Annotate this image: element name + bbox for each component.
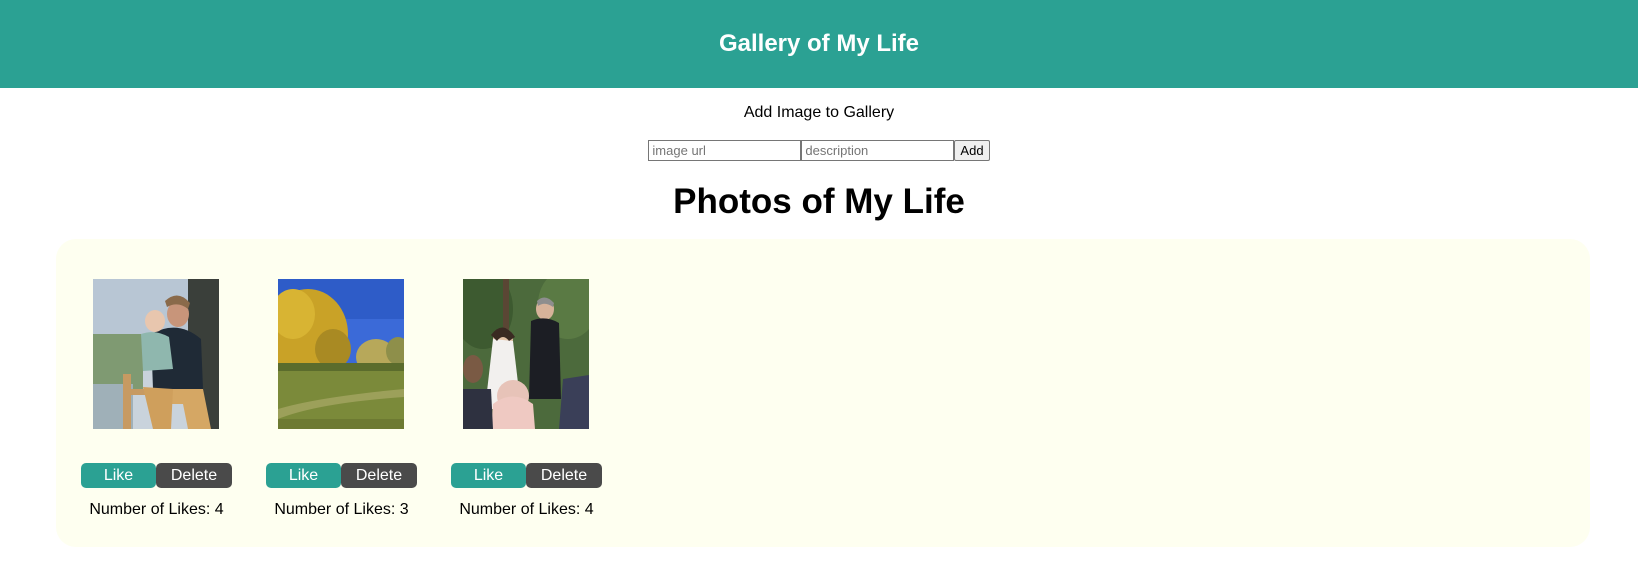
likes-value: 4: [584, 501, 594, 518]
likes-count: Number of Likes: 4: [431, 501, 622, 519]
add-image-label: Add Image to Gallery: [743, 104, 895, 121]
description-input[interactable]: [801, 140, 955, 161]
gallery-title: Photos of My Life: [673, 182, 965, 221]
likes-value: 4: [214, 501, 224, 518]
photo-actions: Like Delete: [266, 463, 417, 488]
header-bar: Gallery of My Life: [0, 0, 1638, 88]
image-url-input[interactable]: [648, 140, 802, 161]
add-image-form: Add: [0, 140, 1638, 161]
like-button[interactable]: Like: [81, 463, 156, 488]
like-button[interactable]: Like: [451, 463, 526, 488]
photo-actions: Like Delete: [81, 463, 232, 488]
likes-prefix: Number of Likes:: [459, 501, 585, 518]
likes-prefix: Number of Likes:: [89, 501, 215, 518]
add-image-section: Add Image to Gallery Add: [0, 103, 1638, 161]
add-button[interactable]: Add: [954, 140, 990, 161]
photo-gallery: Like Delete Number of Likes: 4 Like Dele…: [56, 239, 1590, 547]
delete-button[interactable]: Delete: [341, 463, 417, 488]
likes-value: 3: [399, 501, 409, 518]
likes-count: Number of Likes: 4: [61, 501, 252, 519]
page-header-title: Gallery of My Life: [718, 30, 920, 57]
photo-image: [463, 279, 589, 429]
delete-button[interactable]: Delete: [156, 463, 232, 488]
delete-button[interactable]: Delete: [526, 463, 602, 488]
photo-image: [93, 279, 219, 429]
likes-prefix: Number of Likes:: [274, 501, 400, 518]
photo-actions: Like Delete: [451, 463, 602, 488]
likes-count: Number of Likes: 3: [246, 501, 437, 519]
photo-image: [278, 279, 404, 429]
like-button[interactable]: Like: [266, 463, 341, 488]
